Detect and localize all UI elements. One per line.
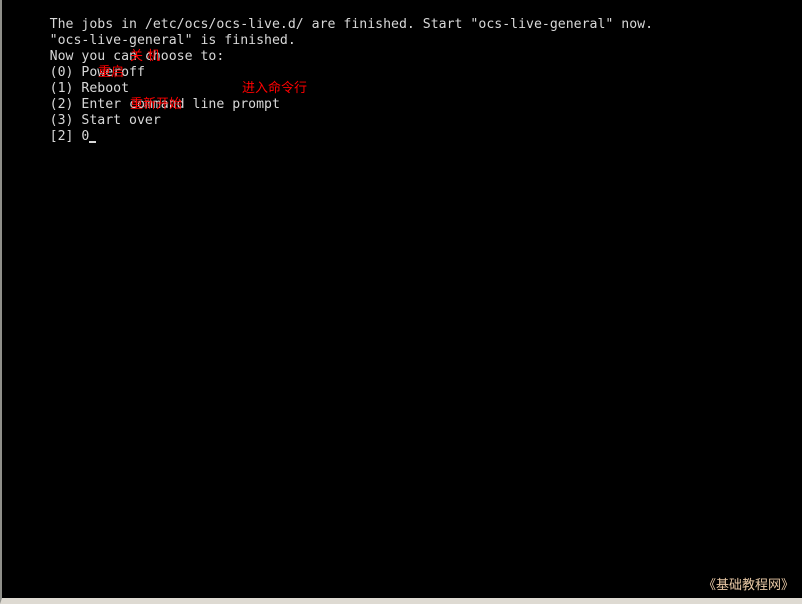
console-line-2: "ocs-live-general" is finished. [2, 17, 802, 48]
console-line-1: The jobs in /etc/ocs/ocs-live.d/ are fin… [2, 1, 802, 32]
menu-option-poweroff[interactable]: (0) Poweroff 关 机 [2, 49, 802, 80]
menu-option-command-line-annotation: 进入命令行 [242, 81, 308, 96]
terminal-screen[interactable]: The jobs in /etc/ocs/ocs-live.d/ are fin… [0, 0, 802, 604]
prompt-job-marker: [2] [49, 129, 74, 144]
watermark: 《基础教程网》 [702, 578, 794, 593]
menu-option-start-over-annotation: 重新开始 [130, 97, 183, 112]
command-prompt[interactable]: [2] 0 [2, 113, 802, 144]
prompt-input[interactable]: 0 [81, 129, 89, 144]
console-output: The jobs in /etc/ocs/ocs-live.d/ are fin… [2, 1, 802, 598]
menu-option-reboot[interactable]: (1) Reboot 重启 [2, 65, 802, 96]
menu-option-reboot-annotation: 重启 [98, 65, 125, 80]
menu-option-command-line[interactable]: (2) Enter command line prompt 进入命令行 [2, 81, 802, 112]
menu-option-poweroff-annotation: 关 机 [130, 49, 161, 64]
console-line-3: Now you can choose to: [2, 33, 802, 64]
menu-option-start-over[interactable]: (3) Start over 重新开始 [2, 97, 802, 128]
text-cursor [89, 129, 97, 145]
